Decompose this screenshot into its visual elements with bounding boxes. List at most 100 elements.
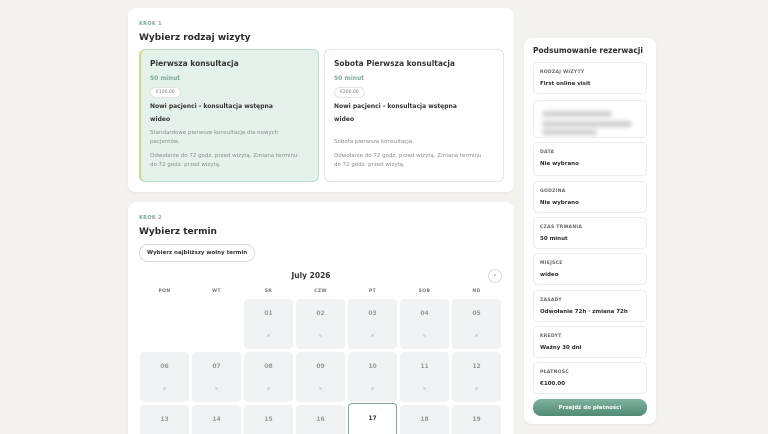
date-selection-card: KROK 2 Wybierz termin Wybierz najbliższy… [128,202,514,434]
calendar-day[interactable]: 09 [296,352,345,402]
proceed-to-payment-button[interactable]: Przejdź do płatności [533,399,647,416]
availability-dot [475,387,478,390]
summary-value: Odwołanie 72h · zmiana 72h [540,309,628,315]
calendar-day[interactable]: 12 [452,352,501,402]
visit-policy: Odwołanie do 72 godz. przed wizytą. Zmia… [150,153,298,168]
calendar-day-today[interactable]: 17 [348,403,397,434]
availability-dot [267,334,270,337]
calendar-day[interactable]: 11 [400,352,449,402]
availability-dot [371,334,374,337]
visit-mode: wideo [334,116,355,123]
blurred-info [533,100,647,138]
day-number: 08 [264,363,273,370]
visit-name: Sobota Pierwsza konsultacja [334,59,455,68]
section-title: Wybierz termin [139,227,217,237]
calendar-day[interactable]: 06 [140,352,189,402]
weekday-label: WT [212,289,221,294]
availability-dot [267,387,270,390]
day-number: 15 [264,416,273,423]
summary-item-credit: KREDYT Ważny 30 dni [533,326,647,358]
day-number: 03 [368,310,377,317]
day-number: 01 [264,310,273,317]
calendar-day[interactable]: 08 [244,352,293,402]
summary-value: 50 minut [540,236,568,242]
calendar-day[interactable]: 13 [140,405,189,434]
day-number: 10 [368,363,377,370]
calendar-day[interactable]: 18 [400,405,449,434]
summary-title: Podsumowanie rezerwacji [533,46,643,55]
day-number: 18 [420,416,429,423]
day-number: 11 [420,363,429,370]
visit-subtitle: Nowi pacjenci - konsultacja wstępna [334,103,457,110]
booking-summary-panel: Podsumowanie rezerwacji RODZAJ WIZYTY Fi… [524,38,656,424]
summary-key: DATA [540,150,555,155]
summary-key: GODZINA [540,189,566,194]
day-number: 02 [316,310,325,317]
visit-duration: 50 minut [334,75,365,82]
day-number: 09 [316,363,325,370]
visit-name: Pierwsza konsultacja [150,59,239,68]
nearest-slot-button[interactable]: Wybierz najbliższy wolny termin [139,244,256,262]
visit-option-saturday-consultation[interactable]: Sobota Pierwsza konsultacja 50 minut €20… [324,49,504,182]
weekday-label: ND [472,289,481,294]
calendar-day[interactable]: 03 [348,299,397,349]
visit-mode: wideo [150,116,171,123]
visit-description: Standardowe pierwsze konsultacje dla now… [150,130,279,145]
summary-value: Nie wybrano [540,161,579,167]
summary-key: MIEJSCE [540,261,563,266]
visit-duration: 50 minut [150,75,181,82]
weekday-label: PON [158,289,171,294]
summary-item-time: GODZINA Nie wybrano [533,181,647,213]
section-title: Wybierz rodzaj wizyty [139,33,251,43]
calendar-day[interactable]: 16 [296,405,345,434]
day-number: 13 [160,416,169,423]
summary-key: KREDYT [540,334,562,339]
calendar-day[interactable]: 05 [452,299,501,349]
calendar-day[interactable]: 04 [400,299,449,349]
price-badge: €200.00 [334,87,365,98]
step-label: KROK 1 [139,21,162,27]
day-number: 17 [368,415,377,422]
price-badge: €100.00 [150,87,181,98]
visit-description: Sobota pierwsza konsultacja. [334,139,414,145]
day-number: 14 [212,416,221,423]
summary-value: Ważny 30 dni [540,345,582,351]
summary-item-date: DATA Nie wybrano [533,142,647,176]
summary-item-payment: PŁATNOŚĆ €100.00 [533,362,647,394]
chevron-right-icon[interactable]: › [488,269,502,283]
day-number: 16 [316,416,325,423]
weekday-label: CZW [314,289,327,294]
day-number: 07 [212,363,221,370]
weekday-label: PT [368,289,377,294]
calendar-day[interactable]: 19 [452,405,501,434]
calendar-day[interactable]: 15 [244,405,293,434]
visit-subtitle: Nowi pacjenci - konsultacja wstępna [150,103,273,110]
summary-key: RODZAJ WIZYTY [540,70,585,75]
summary-item-visit-type: RODZAJ WIZYTY First online visit [533,62,647,94]
summary-item-location: MIEJSCE wideo [533,253,647,285]
weekday-label: ŚR [264,289,273,294]
availability-dot [423,387,426,390]
availability-dot [319,387,322,390]
availability-dot [371,387,374,390]
summary-item-duration: CZAS TRWANIA 50 minut [533,217,647,249]
summary-key: ZASADY [540,298,562,303]
calendar-day[interactable]: 02 [296,299,345,349]
calendar-day[interactable]: 01 [244,299,293,349]
calendar-day[interactable]: 07 [192,352,241,402]
calendar-day[interactable]: 10 [348,352,397,402]
availability-dot [319,334,322,337]
calendar-day[interactable]: 14 [192,405,241,434]
summary-value: €100.00 [540,381,566,387]
visit-type-card: KROK 1 Wybierz rodzaj wizyty Pierwsza ko… [128,8,514,192]
day-number: 06 [160,363,169,370]
visit-option-first-consultation[interactable]: Pierwsza konsultacja 50 minut €100.00 No… [139,49,319,182]
summary-key: PŁATNOŚĆ [540,370,569,375]
day-number: 12 [472,363,481,370]
summary-value: Nie wybrano [540,200,579,206]
summary-value: wideo [540,272,559,278]
visit-policy: Odwołanie do 72 godz. przed wizytą. Zmia… [334,153,482,168]
calendar-month: July 2026 [291,271,331,280]
summary-item-policy: ZASADY Odwołanie 72h · zmiana 72h [533,290,647,322]
availability-dot [215,387,218,390]
